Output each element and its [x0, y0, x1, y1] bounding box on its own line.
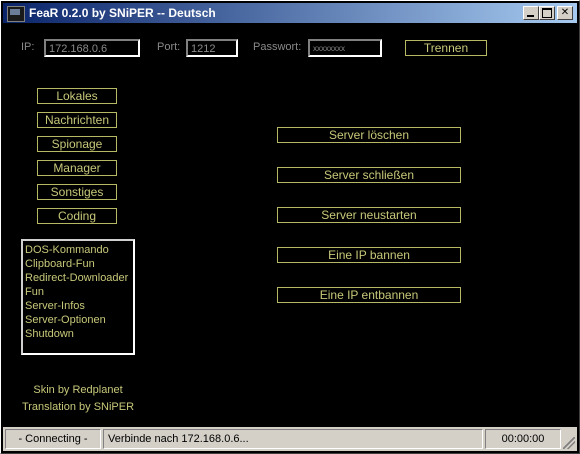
menu-nachrichten-button[interactable]: Nachrichten [37, 112, 117, 128]
delete-server-button[interactable]: Server löschen [277, 127, 461, 143]
password-label: Passwort: [253, 41, 302, 53]
window-title: FeaR 0.2.0 by SNiPER -- Deutsch [29, 6, 216, 20]
main-window: FeaR 0.2.0 by SNiPER -- Deutsch ✕ IP: 17… [0, 0, 580, 454]
minimize-button[interactable] [523, 6, 539, 20]
function-listbox[interactable]: DOS-Kommando Clipboard-Fun Redirect-Down… [21, 239, 135, 355]
menu-coding-button[interactable]: Coding [37, 208, 117, 224]
translation-credit: Translation by SNiPER [21, 401, 135, 413]
list-item[interactable]: Server-Optionen [25, 313, 131, 327]
ban-ip-button[interactable]: Eine IP bannen [277, 247, 461, 263]
close-server-button[interactable]: Server schließen [277, 167, 461, 183]
close-button[interactable]: ✕ [557, 6, 573, 20]
list-item[interactable]: Clipboard-Fun [25, 257, 131, 271]
status-bar: - Connecting - Verbinde nach 172.168.0.6… [3, 427, 577, 451]
list-item[interactable]: Shutdown [25, 327, 131, 341]
port-input[interactable]: 1212 [186, 39, 238, 57]
skin-credit: Skin by Redplanet [33, 384, 123, 396]
ip-label: IP: [21, 41, 35, 53]
title-bar[interactable]: FeaR 0.2.0 by SNiPER -- Deutsch ✕ [3, 3, 577, 23]
resize-grip-icon[interactable] [563, 437, 575, 449]
ip-input[interactable]: 172.168.0.6 [44, 39, 140, 57]
menu-lokales-button[interactable]: Lokales [37, 88, 117, 104]
list-item[interactable]: Fun [25, 285, 131, 299]
menu-spionage-button[interactable]: Spionage [37, 136, 117, 152]
connection-state: - Connecting - [5, 429, 101, 449]
connection-timer: 00:00:00 [485, 429, 561, 449]
menu-sonstiges-button[interactable]: Sonstiges [37, 184, 117, 200]
status-message: Verbinde nach 172.168.0.6... [103, 429, 483, 449]
disconnect-button[interactable]: Trennen [405, 40, 487, 56]
list-item[interactable]: DOS-Kommando [25, 243, 131, 257]
menu-manager-button[interactable]: Manager [37, 160, 117, 176]
maximize-button[interactable] [539, 6, 555, 20]
unban-ip-button[interactable]: Eine IP entbannen [277, 287, 461, 303]
password-input[interactable]: xxxxxxxx [308, 39, 382, 57]
list-item[interactable]: Server-Infos [25, 299, 131, 313]
client-area: IP: 172.168.0.6 Port: 1212 Passwort: xxx… [3, 23, 577, 425]
port-label: Port: [157, 41, 181, 53]
app-icon[interactable] [7, 6, 25, 22]
list-item[interactable]: Redirect-Downloader [25, 271, 131, 285]
restart-server-button[interactable]: Server neustarten [277, 207, 461, 223]
